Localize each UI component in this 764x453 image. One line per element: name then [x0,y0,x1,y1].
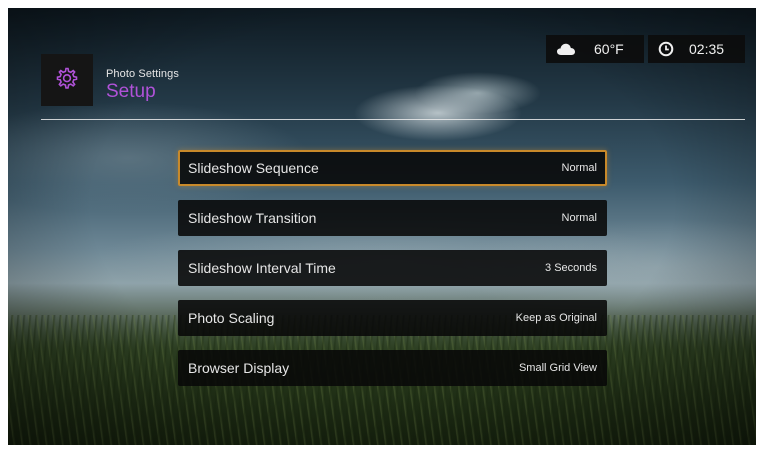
time-text: 02:35 [689,41,725,57]
header-divider [41,119,745,120]
menu-item-label: Photo Scaling [188,310,275,326]
section-icon-tile [41,54,93,106]
menu-item-label: Slideshow Interval Time [188,260,336,276]
section-label: Photo Settings [106,68,179,80]
page-title: Setup [106,81,156,102]
menu-item-photo-scaling[interactable]: Photo Scaling Keep as Original [178,300,607,336]
menu-item-slideshow-transition[interactable]: Slideshow Transition Normal [178,200,607,236]
menu-item-label: Browser Display [188,360,290,376]
clock-icon [658,41,674,57]
menu-item-value: Keep as Original [515,312,597,324]
page-frame: Photo Settings Setup 60°F 02:35 Slidesho… [0,0,764,453]
menu-item-slideshow-interval-time[interactable]: Slideshow Interval Time 3 Seconds [178,250,607,286]
page-header: Photo Settings Setup [106,68,179,102]
menu-item-browser-display[interactable]: Browser Display Small Grid View [178,350,607,386]
clock-widget: 02:35 [648,35,745,63]
cloud-icon [556,42,576,56]
menu-item-label: Slideshow Transition [188,210,317,226]
menu-item-value: Normal [561,162,597,174]
weather-widget: 60°F [546,35,644,63]
gear-icon [54,65,80,96]
tv-screen: Photo Settings Setup 60°F 02:35 Slidesho… [8,8,756,445]
menu-item-value: Small Grid View [518,362,597,374]
menu-item-value: 3 Seconds [545,262,597,274]
menu-item-value: Normal [561,212,597,224]
settings-menu: Slideshow Sequence Normal Slideshow Tran… [178,150,607,400]
menu-item-slideshow-sequence[interactable]: Slideshow Sequence Normal [178,150,607,186]
menu-item-label: Slideshow Sequence [188,160,319,176]
temperature-text: 60°F [594,41,624,57]
